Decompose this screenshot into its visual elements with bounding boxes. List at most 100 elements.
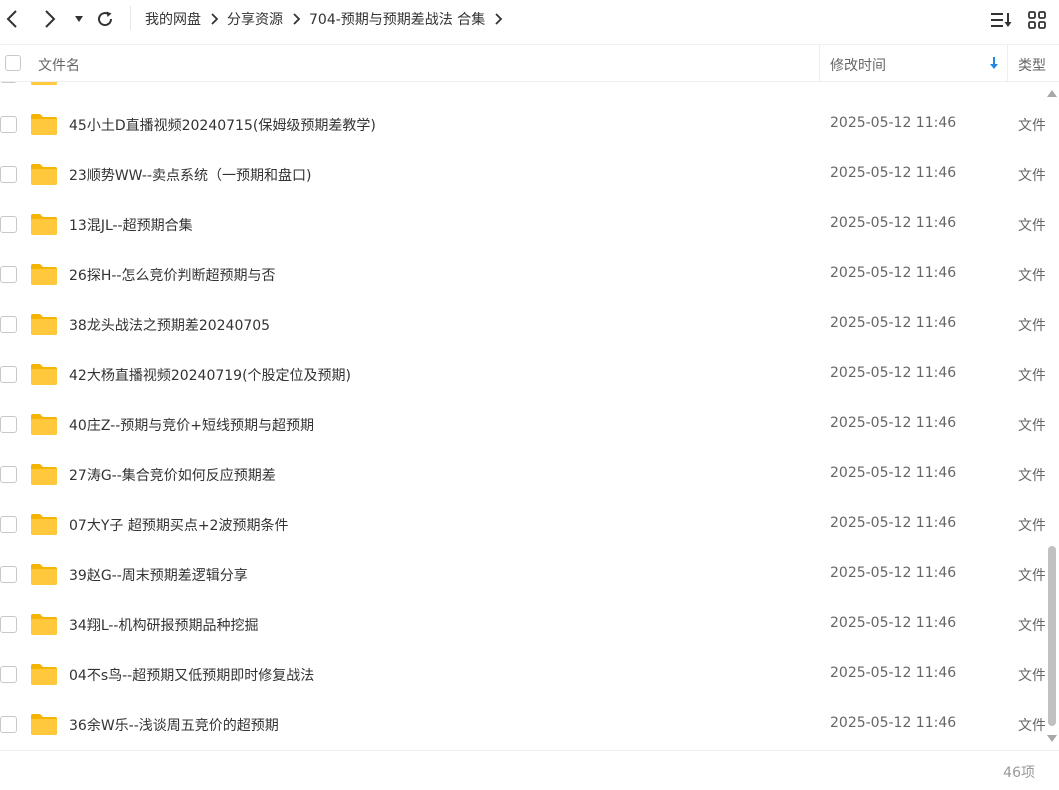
column-type-header[interactable]: 类型 (1018, 55, 1046, 75)
file-modified-time: 2025-05-12 11:46 (830, 115, 957, 131)
table-row[interactable]: 07大Y子 超预期买点+2波预期条件 2025-05-12 11:46 文件夹 (0, 500, 1045, 550)
sort-list-icon (991, 13, 1012, 27)
grid-view-button[interactable] (1027, 10, 1047, 30)
table-row[interactable]: 34翔L--机构研报预期品种挖掘 2025-05-12 11:46 文件夹 (0, 600, 1045, 650)
table-row[interactable]: 42大杨直播视频20240719(个股定位及预期) 2025-05-12 11:… (0, 350, 1045, 400)
file-name[interactable]: 26探H--怎么竞价判断超预期与否 (69, 265, 275, 285)
table-row[interactable]: 40庄Z--预期与竞价+短线预期与超预期 2025-05-12 11:46 文件… (0, 400, 1045, 450)
back-button[interactable] (2, 8, 22, 30)
file-type: 文件夹 (1018, 668, 1045, 684)
file-name[interactable]: 38龙头战法之预期差20240705 (69, 315, 270, 335)
caret-down-icon (75, 16, 83, 22)
row-checkbox[interactable] (0, 716, 17, 733)
file-modified-time: 2025-05-12 11:46 (830, 215, 957, 231)
file-name[interactable]: 27涛G--集合竞价如何反应预期差 (69, 465, 276, 485)
refresh-button[interactable] (94, 8, 116, 30)
file-name[interactable]: 34翔L--机构研报预期品种挖掘 (69, 615, 258, 635)
sort-desc-arrow-icon[interactable] (988, 55, 1000, 71)
select-all-checkbox[interactable] (5, 55, 21, 71)
file-name[interactable]: 39赵G--周末预期差逻辑分享 (69, 565, 248, 585)
file-name[interactable]: 45小土D直播视频20240715(保姆级预期差教学) (69, 115, 376, 135)
vertical-scrollbar[interactable] (1045, 86, 1059, 746)
file-name[interactable]: 42大杨直播视频20240719(个股定位及预期) (69, 365, 351, 385)
column-divider[interactable] (819, 45, 820, 82)
file-name[interactable]: 07大Y子 超预期买点+2波预期条件 (69, 515, 288, 535)
folder-icon (30, 162, 58, 186)
history-dropdown-button[interactable] (72, 12, 86, 26)
column-name-header[interactable]: 文件名 (38, 55, 80, 75)
folder-icon (30, 712, 58, 736)
file-modified-time: 2025-05-12 11:46 (830, 715, 957, 731)
column-modified-header[interactable]: 修改时间 (830, 55, 886, 75)
file-modified-time: 2025-05-12 11:46 (830, 565, 957, 581)
folder-icon (30, 462, 58, 486)
table-row[interactable]: 38龙头战法之预期差20240705 2025-05-12 11:46 文件夹 (0, 300, 1045, 350)
file-name[interactable]: 13混JL--超预期合集 (69, 215, 193, 235)
table-row[interactable]: 45小土D直播视频20240715(保姆级预期差教学) 2025-05-12 1… (0, 100, 1045, 150)
table-row[interactable]: 23顺势WW--卖点系统（一预期和盘口) 2025-05-12 11:46 文件… (0, 150, 1045, 200)
table-row[interactable]: 26探H--怎么竞价判断超预期与否 2025-05-12 11:46 文件夹 (0, 250, 1045, 300)
row-checkbox[interactable] (0, 166, 17, 183)
row-checkbox[interactable] (0, 466, 17, 483)
row-checkbox[interactable] (0, 316, 17, 333)
file-name[interactable]: 04不s鸟--超预期又低预期即时修复战法 (69, 665, 314, 685)
folder-icon (30, 412, 58, 436)
file-modified-time: 2025-05-12 11:46 (830, 265, 957, 281)
row-checkbox[interactable] (0, 616, 17, 633)
file-list: 45小土D直播视频20240715(保姆级预期差教学) 2025-05-12 1… (0, 82, 1045, 750)
scrollbar-thumb[interactable] (1048, 546, 1056, 726)
column-header: 文件名 修改时间 类型 (0, 44, 1059, 82)
file-modified-time: 2025-05-12 11:46 (830, 515, 957, 531)
chevron-right-icon (201, 13, 227, 25)
row-checkbox[interactable] (0, 366, 17, 383)
breadcrumb-item-share[interactable]: 分享资源 (227, 9, 283, 29)
file-name[interactable]: 36余W乐--浅谈周五竞价的超预期 (69, 715, 279, 735)
breadcrumb-item-current[interactable]: 704-预期与预期差战法 合集 (309, 9, 485, 29)
row-checkbox[interactable] (0, 566, 17, 583)
column-divider[interactable] (1007, 45, 1008, 82)
file-type: 文件夹 (1018, 218, 1045, 234)
file-type: 文件夹 (1018, 618, 1045, 634)
breadcrumb: 我的网盘 分享资源 704-预期与预期差战法 合集 (145, 8, 511, 30)
folder-icon (30, 562, 58, 586)
file-type: 文件夹 (1018, 368, 1045, 384)
file-type: 文件夹 (1018, 318, 1045, 334)
file-type: 文件夹 (1018, 168, 1045, 184)
status-footer: 46项 (0, 750, 1059, 790)
table-row[interactable]: 27涛G--集合竞价如何反应预期差 2025-05-12 11:46 文件夹 (0, 450, 1045, 500)
file-type: 文件夹 (1018, 718, 1045, 734)
forward-button[interactable] (40, 8, 60, 30)
folder-icon (30, 312, 58, 336)
row-checkbox[interactable] (0, 216, 17, 233)
table-row-partial[interactable] (0, 82, 1045, 100)
table-row[interactable]: 39赵G--周末预期差逻辑分享 2025-05-12 11:46 文件夹 (0, 550, 1045, 600)
file-type: 文件夹 (1018, 568, 1045, 584)
row-checkbox[interactable] (0, 116, 17, 133)
breadcrumb-item-root[interactable]: 我的网盘 (145, 9, 201, 29)
file-modified-time: 2025-05-12 11:46 (830, 465, 957, 481)
item-count: 46项 (1003, 765, 1035, 781)
row-checkbox[interactable] (0, 266, 17, 283)
scroll-up-arrow-icon[interactable] (1046, 86, 1058, 98)
file-modified-time: 2025-05-12 11:46 (830, 165, 957, 181)
file-type: 文件夹 (1018, 118, 1045, 134)
folder-icon (30, 512, 58, 536)
file-modified-time: 2025-05-12 11:46 (830, 315, 957, 331)
sort-options-button[interactable] (990, 10, 1014, 30)
file-name[interactable]: 23顺势WW--卖点系统（一预期和盘口) (69, 165, 312, 185)
row-checkbox[interactable] (0, 416, 17, 433)
file-modified-time: 2025-05-12 11:46 (830, 665, 957, 681)
file-name[interactable]: 40庄Z--预期与竞价+短线预期与超预期 (69, 415, 314, 435)
folder-icon (30, 262, 58, 286)
row-checkbox[interactable] (0, 666, 17, 683)
table-row[interactable]: 04不s鸟--超预期又低预期即时修复战法 2025-05-12 11:46 文件… (0, 650, 1045, 700)
chevron-right-icon[interactable] (485, 13, 511, 25)
row-checkbox[interactable] (0, 82, 17, 83)
toolbar-divider (130, 6, 131, 30)
refresh-icon (98, 11, 113, 27)
folder-icon (30, 662, 58, 686)
table-row[interactable]: 36余W乐--浅谈周五竞价的超预期 2025-05-12 11:46 文件夹 (0, 700, 1045, 750)
row-checkbox[interactable] (0, 516, 17, 533)
scroll-down-arrow-icon[interactable] (1046, 732, 1058, 744)
table-row[interactable]: 13混JL--超预期合集 2025-05-12 11:46 文件夹 (0, 200, 1045, 250)
